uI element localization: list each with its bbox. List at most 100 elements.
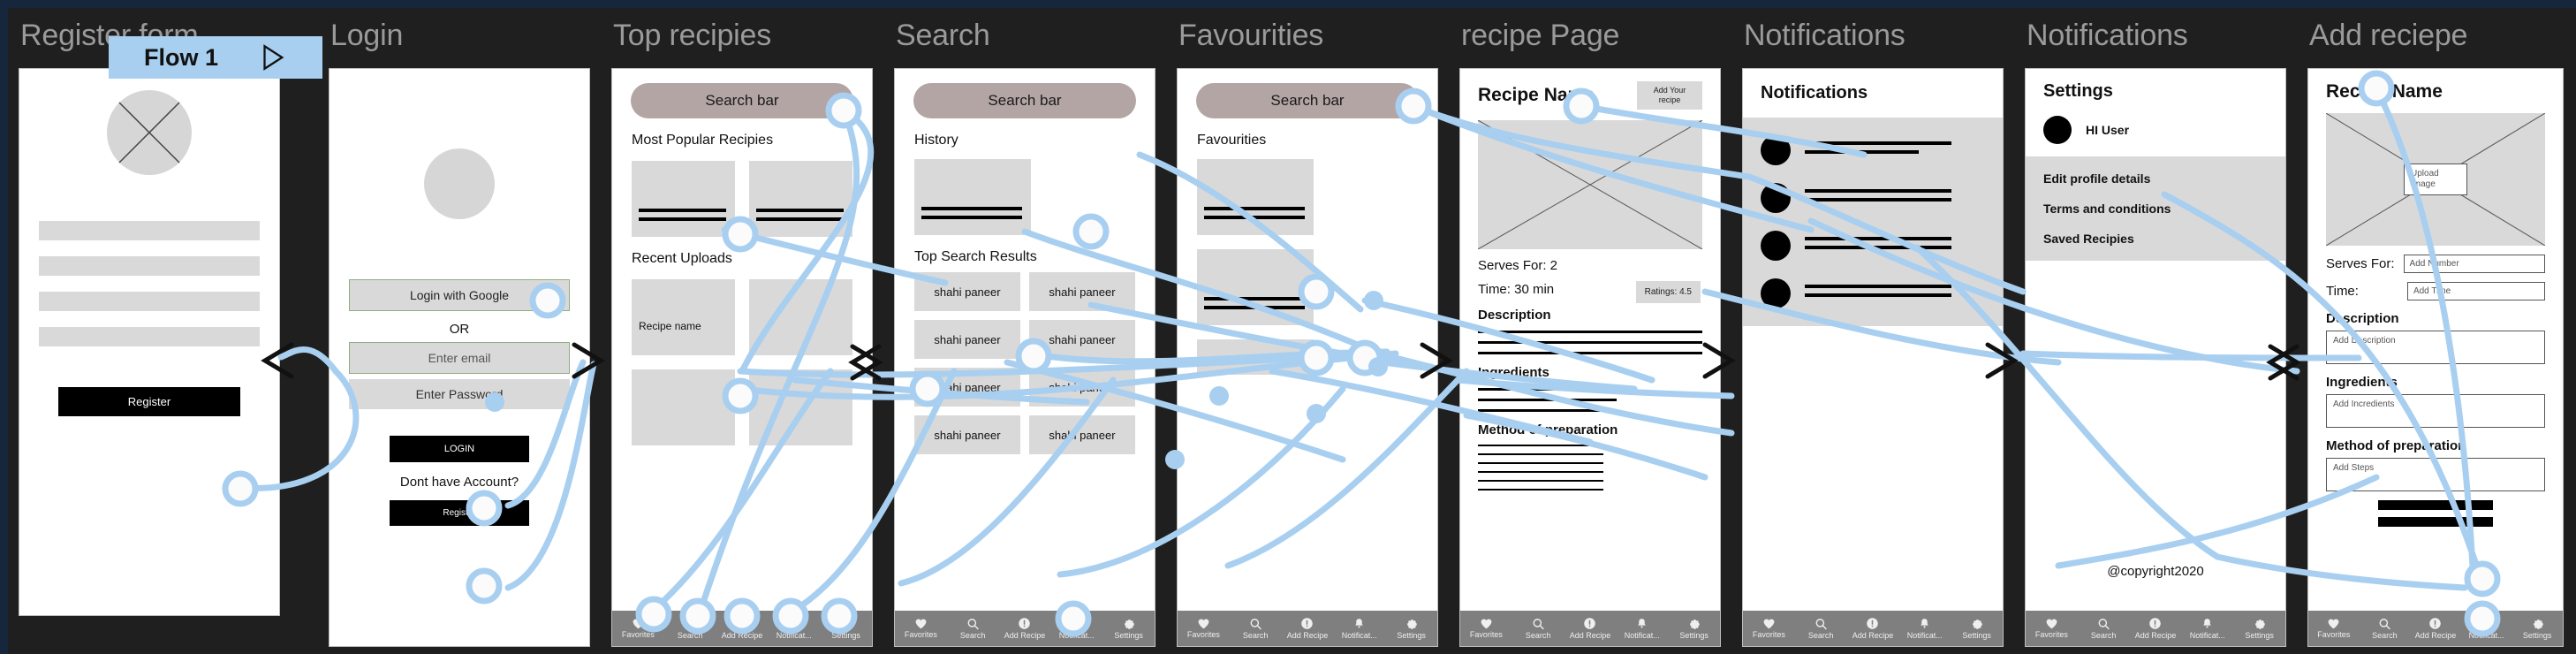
nav-item-favorites[interactable]: Favorites — [1743, 618, 1795, 639]
recipe-card[interactable]: Recipe name — [632, 279, 735, 355]
nav-item-add-recipe[interactable]: Add Recipe — [1565, 617, 1617, 640]
phone-screen-settings: Settings HI User Edit profile details Te… — [2025, 68, 2286, 647]
nav-item-settings[interactable]: Settings — [1385, 617, 1437, 640]
nav-item-add-recipe[interactable]: Add Recipe — [1847, 617, 1899, 640]
nav-item-add-recipe[interactable]: Add Recipe — [999, 617, 1051, 640]
history-card[interactable] — [914, 159, 1031, 235]
nav-item-notifications[interactable]: Notificat... — [768, 617, 820, 640]
login-with-google-button[interactable]: Login with Google — [349, 279, 570, 311]
serves-for-input[interactable]: Add Number — [2403, 255, 2545, 273]
nav-item-favorites[interactable]: Favorites — [895, 618, 947, 639]
nav-item-notifications[interactable]: Notificat... — [2181, 617, 2233, 640]
top-edge-strip — [0, 0, 2576, 8]
nav-item-notifications[interactable]: Notificat... — [1616, 617, 1668, 640]
favourite-card[interactable] — [1197, 339, 1314, 375]
add-your-recipe-button[interactable]: Add Your recipe — [1637, 81, 1702, 110]
recipe-card[interactable] — [632, 161, 735, 237]
nav-item-favorites[interactable]: Favorites — [1178, 618, 1230, 639]
notification-row[interactable] — [1743, 126, 2003, 174]
notification-row[interactable] — [1743, 270, 2003, 317]
avatar — [2043, 116, 2072, 144]
search-icon — [2098, 618, 2110, 629]
recipe-card[interactable] — [749, 279, 852, 355]
result-cell[interactable]: shahi paneer — [1029, 415, 1135, 454]
nav-item-search[interactable]: Search — [664, 618, 716, 640]
nav-label: Search — [959, 630, 986, 640]
or-divider-label: OR — [449, 322, 470, 337]
email-field[interactable]: Enter email — [349, 342, 570, 374]
nav-item-add-recipe[interactable]: Add Recipe — [2130, 617, 2182, 640]
recipe-card[interactable] — [749, 369, 852, 445]
play-triangle-icon[interactable] — [257, 42, 287, 72]
favourite-card[interactable] — [1197, 159, 1314, 235]
nav-item-notifications[interactable]: Notificat... — [1050, 617, 1102, 640]
nav-item-add-recipe[interactable]: Add Recipe — [716, 617, 769, 640]
recipe-card-title: Recipe name — [639, 320, 701, 332]
register-button[interactable]: Register — [58, 387, 240, 416]
register-field-3[interactable] — [39, 292, 260, 311]
frame-favourities: Favourities Search bar Favourities Favor… — [1166, 8, 1458, 654]
nav-item-favorites[interactable]: Favorites — [1460, 618, 1512, 639]
nav-label: Favorites — [1469, 630, 1503, 639]
nav-item-favorites[interactable]: Favorites — [2026, 618, 2078, 639]
nav-item-add-recipe[interactable]: Add Recipe — [2410, 617, 2461, 640]
search-bar[interactable]: Search bar — [630, 83, 854, 118]
result-cell[interactable]: shahi paneer — [914, 368, 1020, 407]
notification-row[interactable] — [1743, 174, 2003, 222]
result-cell[interactable]: shahi paneer — [914, 320, 1020, 359]
nav-item-settings[interactable]: Settings — [820, 617, 872, 640]
register-button[interactable]: Register — [390, 500, 529, 526]
left-edge-strip — [0, 0, 8, 654]
nav-item-favorites[interactable]: Favorites — [2308, 618, 2360, 639]
password-field[interactable]: Enter Password — [349, 379, 570, 409]
notification-row[interactable] — [1743, 222, 2003, 270]
search-bar[interactable]: Search bar — [1195, 83, 1420, 118]
result-cell[interactable]: shahi paneer — [914, 415, 1020, 454]
flow-badge[interactable]: Flow 1 — [109, 36, 322, 79]
login-button[interactable]: LOGIN — [390, 436, 529, 462]
nav-item-search[interactable]: Search — [1795, 618, 1847, 640]
settings-item-terms[interactable]: Terms and conditions — [2026, 194, 2285, 224]
nav-item-settings[interactable]: Settings — [1102, 617, 1155, 640]
nav-item-notifications[interactable]: Notificat... — [2461, 617, 2512, 640]
favourite-card[interactable] — [1197, 249, 1314, 325]
nav-item-search[interactable]: Search — [2078, 618, 2130, 640]
upload-image-button[interactable]: Upload Image — [2404, 164, 2467, 195]
heart-icon — [2328, 619, 2339, 629]
nav-item-search[interactable]: Search — [1512, 618, 1565, 640]
description-textarea[interactable]: Add Description — [2326, 331, 2545, 364]
result-cell[interactable]: shahi paneer — [1029, 320, 1135, 359]
nav-item-search[interactable]: Search — [2360, 618, 2411, 640]
nav-item-settings[interactable]: Settings — [1668, 617, 1720, 640]
nav-item-add-recipe[interactable]: Add Recipe — [1282, 617, 1334, 640]
bell-icon — [1921, 619, 1929, 628]
nav-item-settings[interactable]: Settings — [2512, 617, 2563, 640]
register-field-4[interactable] — [39, 327, 260, 346]
nav-item-settings[interactable]: Settings — [2233, 617, 2285, 640]
result-cell[interactable]: shahi paneer — [1029, 272, 1135, 311]
search-bar[interactable]: Search bar — [913, 83, 1137, 118]
recipe-card[interactable] — [749, 161, 852, 237]
flow-badge-label: Flow 1 — [143, 43, 218, 71]
bottom-navigation: Favorites Search Add Recipe Notificat...… — [1178, 611, 1437, 646]
ingredients-textarea[interactable]: Add Incredients — [2326, 394, 2545, 428]
method-textarea[interactable]: Add Steps — [2326, 458, 2545, 491]
nav-item-notifications[interactable]: Notificat... — [1333, 617, 1385, 640]
nav-item-search[interactable]: Search — [1230, 618, 1282, 640]
result-cell[interactable]: shahi paneer — [914, 272, 1020, 311]
time-input[interactable]: Add Time — [2406, 282, 2545, 300]
nav-item-search[interactable]: Search — [947, 618, 999, 640]
gear-icon — [1973, 620, 1982, 629]
settings-item-saved-recipies[interactable]: Saved Recipies — [2026, 224, 2285, 254]
nav-item-favorites[interactable]: Favorites — [612, 618, 664, 639]
image-upload-placeholder[interactable]: Upload Image — [2326, 113, 2545, 246]
settings-item-edit-profile[interactable]: Edit profile details — [2026, 164, 2285, 194]
avatar — [1761, 183, 1791, 213]
submit-bars[interactable] — [2378, 500, 2493, 527]
register-field-1[interactable] — [39, 221, 260, 240]
nav-item-notifications[interactable]: Notificat... — [1898, 617, 1951, 640]
register-field-2[interactable] — [39, 256, 260, 276]
result-cell[interactable]: shahi paneer — [1029, 368, 1135, 407]
recipe-card[interactable] — [632, 369, 735, 445]
nav-item-settings[interactable]: Settings — [1951, 617, 2003, 640]
